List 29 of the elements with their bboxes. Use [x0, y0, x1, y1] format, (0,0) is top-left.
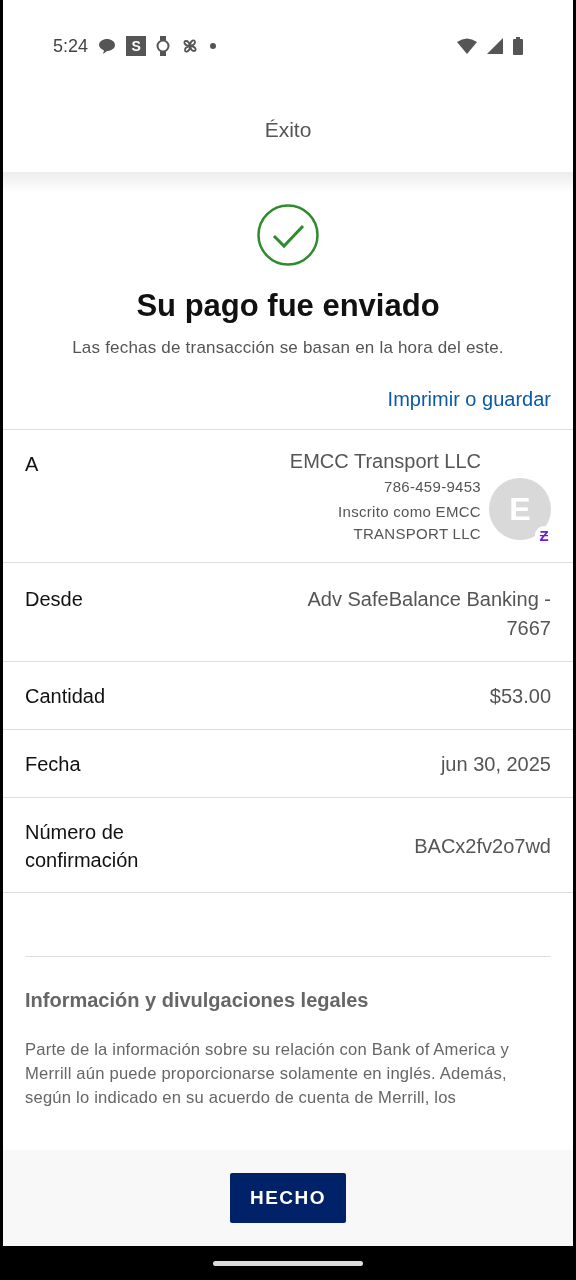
detail-value: $53.00 [489, 684, 551, 710]
recipient-phone: 786-459-9453 [384, 477, 481, 497]
detail-label: A [25, 452, 39, 477]
timezone-note: Las fechas de transacción se basan en la hora del este. [72, 338, 504, 358]
page-title: Éxito [264, 118, 312, 142]
watch-icon [156, 36, 171, 56]
detail-value: jun 30, 2025 [440, 752, 551, 778]
recipient-note: Inscrito como EMCC TRANSPORT LLC [337, 501, 481, 544]
battery-icon [513, 37, 523, 55]
detail-value: Adv SafeBalance Banking - 7667 [306, 587, 551, 642]
check-circle-icon [257, 204, 319, 266]
dot-icon [210, 43, 217, 49]
status-time: 5:24 [53, 35, 89, 57]
success-heading: Su pago fue enviado [136, 288, 440, 324]
detail-label: Cantidad [25, 684, 106, 710]
print-save-link[interactable]: Imprimir o guardar [387, 388, 551, 411]
app-badge-icon: S [126, 36, 147, 56]
legal-text: Parte de la información sobre su relación con Bank of America y Merrill aún puede proporcionarse solamente en inglés. Además, según lo indicado en su acuerdo de cuenta de Merrill, los [25, 1039, 510, 1110]
wifi-icon [457, 38, 477, 54]
recipient-name: EMCC Transport LLC [289, 450, 481, 473]
detail-value: BACx2fv2o7wd [414, 833, 551, 859]
detail-label: Número de confirmación [25, 820, 140, 874]
detail-label: Desde [25, 587, 83, 613]
legal-heading: Información y divulgaciones legales [25, 989, 370, 1013]
done-button[interactable]: HECHO [230, 1173, 346, 1223]
signal-icon [487, 38, 503, 54]
chat-bubble-icon [98, 37, 117, 55]
home-indicator[interactable] [213, 1260, 363, 1266]
detail-label: Fecha [25, 752, 81, 778]
